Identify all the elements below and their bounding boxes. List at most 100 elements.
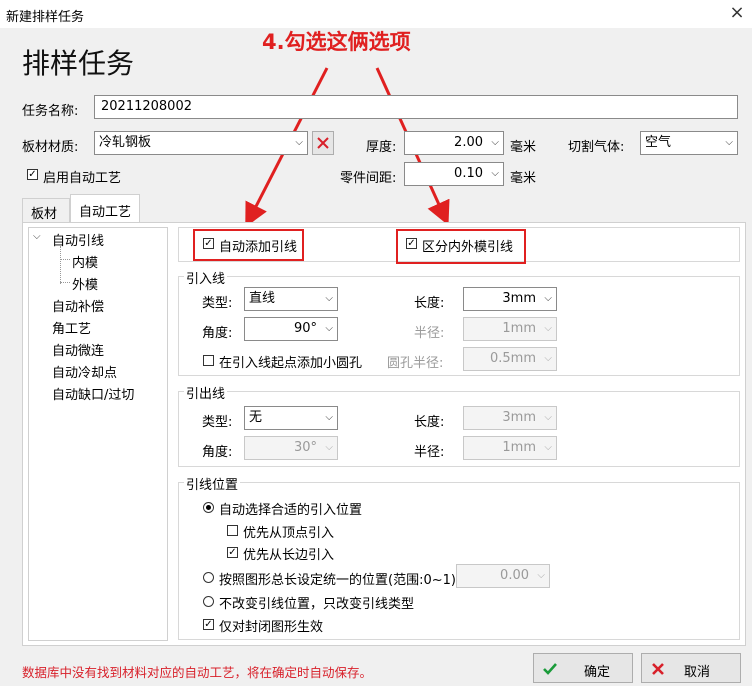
tree-item-auto-comp[interactable]: 自动补偿: [52, 296, 104, 315]
lead-in-angle-value: 90°: [293, 321, 317, 336]
lead-in-radius-input[interactable]: 1mm ⌵: [463, 317, 557, 341]
lead-out-radius-input[interactable]: 1mm ⌵: [463, 436, 557, 460]
closed-only-checkbox[interactable]: ✓: [203, 619, 214, 630]
chevron-down-icon: ⌵: [491, 137, 499, 148]
part-gap-value: 0.10: [454, 166, 483, 181]
clear-material-button[interactable]: [312, 131, 334, 155]
split-lead-checkbox[interactable]: ✓: [406, 238, 417, 249]
thickness-value: 2.00: [454, 135, 483, 150]
chevron-down-icon: ⌵: [544, 353, 552, 364]
hole-radius-label: 圆孔半径:: [387, 356, 444, 371]
material-select[interactable]: 冷轧钢板 ⌵: [94, 131, 308, 155]
chevron-down-icon: ⌵: [544, 293, 552, 304]
chevron-down-icon: ⌵: [537, 570, 545, 581]
chevron-down-icon: ⌵: [491, 168, 499, 179]
lead-out-type-value: 无: [249, 410, 263, 425]
hole-radius-value: 0.5mm: [489, 351, 536, 366]
tree-item-micro-joint[interactable]: 自动微连: [52, 340, 104, 359]
thickness-label: 厚度:: [366, 140, 397, 155]
lead-in-angle-input[interactable]: 90° ⌵: [244, 317, 338, 341]
chevron-down-icon: ⌵: [544, 323, 552, 334]
by-length-label: 按照图形总长设定统一的位置(范围:0~1): [219, 573, 456, 588]
tree-item-outer[interactable]: 外模: [72, 274, 98, 293]
start-circle-label: 在引入线起点添加小圆孔: [219, 356, 363, 371]
chevron-down-icon: ⌵: [544, 442, 552, 453]
lead-in-length-value: 3mm: [502, 291, 536, 306]
tree-item-cooling[interactable]: 自动冷却点: [52, 362, 117, 381]
chevron-down-icon: ⌵: [325, 323, 333, 334]
lead-in-type-label: 类型:: [202, 296, 233, 311]
lead-out-angle-label: 角度:: [202, 445, 233, 460]
by-length-value: 0.00: [500, 568, 529, 583]
cancel-label: 取消: [684, 665, 711, 680]
hole-radius-input[interactable]: 0.5mm ⌵: [463, 347, 557, 371]
thickness-input[interactable]: 2.00 ⌵: [404, 131, 504, 155]
lead-out-title: 引出线: [184, 383, 228, 402]
tree-connector: [60, 259, 70, 261]
tree-item-inner[interactable]: 内模: [72, 252, 98, 271]
gas-select[interactable]: 空气 ⌵: [640, 131, 738, 155]
tab-auto-process[interactable]: 自动工艺: [70, 194, 140, 223]
lead-in-radius-value: 1mm: [502, 321, 536, 336]
enable-auto-checkbox[interactable]: ✓: [27, 169, 38, 180]
lead-in-type-value: 直线: [249, 291, 276, 306]
material-label: 板材材质:: [22, 140, 79, 155]
lead-out-type-select[interactable]: 无 ⌵: [244, 406, 338, 430]
close-icon: [652, 663, 664, 675]
part-gap-label: 零件间距:: [340, 171, 397, 186]
vertex-first-checkbox[interactable]: [227, 525, 238, 536]
lead-out-angle-input[interactable]: 30° ⌵: [244, 436, 338, 460]
vertex-first-label: 优先从顶点引入: [243, 526, 335, 541]
auto-lead-checkbox[interactable]: ✓: [203, 238, 214, 249]
task-name-label: 任务名称:: [22, 104, 79, 119]
lead-in-length-label: 长度:: [414, 296, 445, 311]
chevron-down-icon: ⌵: [325, 293, 333, 304]
lead-out-angle-value: 30°: [293, 440, 317, 455]
lead-out-length-input[interactable]: 3mm ⌵: [463, 406, 557, 430]
auto-position-label: 自动选择合适的引入位置: [219, 503, 363, 518]
chevron-down-icon: ⌵: [325, 412, 333, 423]
check-icon: [543, 663, 557, 675]
lead-out-length-value: 3mm: [502, 410, 536, 425]
cancel-button[interactable]: 取消: [641, 653, 741, 683]
auto-position-radio[interactable]: [203, 502, 214, 513]
thickness-unit: 毫米: [510, 140, 537, 155]
no-change-radio[interactable]: [203, 596, 214, 607]
chevron-down-icon[interactable]: ⌵: [33, 231, 41, 242]
close-icon: [317, 137, 329, 149]
ok-label: 确定: [584, 665, 611, 680]
part-gap-input[interactable]: 0.10 ⌵: [404, 162, 504, 186]
start-circle-checkbox[interactable]: [203, 355, 214, 366]
lead-out-type-label: 类型:: [202, 415, 233, 430]
lead-in-radius-label: 半径:: [414, 326, 445, 341]
ok-button[interactable]: 确定: [533, 653, 633, 683]
status-message: 数据库中没有找到材料对应的自动工艺，将在确定时自动保存。: [22, 665, 373, 680]
split-lead-label: 区分内外模引线: [422, 240, 514, 255]
chevron-down-icon: ⌵: [544, 412, 552, 423]
tree-connector: [60, 246, 62, 284]
lead-out-length-label: 长度:: [414, 415, 445, 430]
long-edge-checkbox[interactable]: ✓: [227, 547, 238, 558]
long-edge-label: 优先从长边引入: [243, 548, 335, 563]
auto-lead-label: 自动添加引线: [219, 240, 298, 255]
lead-out-radius-value: 1mm: [502, 440, 536, 455]
lead-in-title: 引入线: [184, 268, 228, 287]
chevron-down-icon: ⌵: [325, 442, 333, 453]
lead-in-length-input[interactable]: 3mm ⌵: [463, 287, 557, 311]
chevron-down-icon: ⌵: [725, 137, 733, 148]
by-length-input[interactable]: 0.00 ⌵: [456, 564, 550, 588]
lead-in-angle-label: 角度:: [202, 326, 233, 341]
tab-sheet-label: 板材: [31, 207, 58, 222]
material-value: 冷轧钢板: [99, 135, 152, 150]
gas-value: 空气: [645, 135, 672, 150]
chevron-down-icon: ⌵: [295, 137, 303, 148]
tree-item-notch[interactable]: 自动缺口/过切: [52, 384, 134, 403]
lead-position-title: 引线位置: [184, 474, 241, 493]
closed-only-label: 仅对封闭图形生效: [219, 620, 324, 635]
task-name-input[interactable]: 20211208002: [94, 95, 738, 119]
by-length-radio[interactable]: [203, 572, 214, 583]
tab-sheet[interactable]: 板材: [22, 198, 70, 222]
tree-item-corner[interactable]: 角工艺: [52, 318, 91, 337]
lead-in-type-select[interactable]: 直线 ⌵: [244, 287, 338, 311]
lead-out-radius-label: 半径:: [414, 445, 445, 460]
